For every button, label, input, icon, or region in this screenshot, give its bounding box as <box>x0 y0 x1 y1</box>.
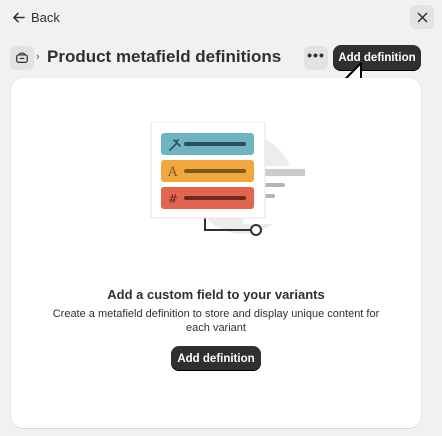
metafield-illustration: A # <box>150 122 305 236</box>
breadcrumb-separator: › <box>36 51 40 63</box>
empty-state-description: Create a metafield definition to store a… <box>52 308 380 334</box>
more-horizontal-icon: ••• <box>307 47 325 63</box>
back-label: Back <box>31 9 60 25</box>
text-icon: A <box>167 165 178 180</box>
breadcrumb-products-button[interactable] <box>10 46 34 70</box>
arrow-left-icon <box>13 12 25 22</box>
close-icon <box>417 12 427 22</box>
back-button[interactable]: Back <box>12 8 60 26</box>
empty-state-heading: Add a custom field to your variants <box>107 287 325 302</box>
product-icon <box>16 52 28 63</box>
page-title: Product metafield definitions <box>47 47 282 66</box>
top-bar: Back <box>0 0 442 34</box>
more-actions-button[interactable]: ••• <box>304 46 328 70</box>
close-button[interactable] <box>410 5 434 29</box>
hash-icon: # <box>168 192 178 206</box>
empty-state-card: A # Add a custom field to your variants … <box>11 78 421 428</box>
page-header: › Product metafield definitions ••• Add … <box>0 42 442 72</box>
add-definition-button-main[interactable]: Add definition <box>171 346 261 371</box>
